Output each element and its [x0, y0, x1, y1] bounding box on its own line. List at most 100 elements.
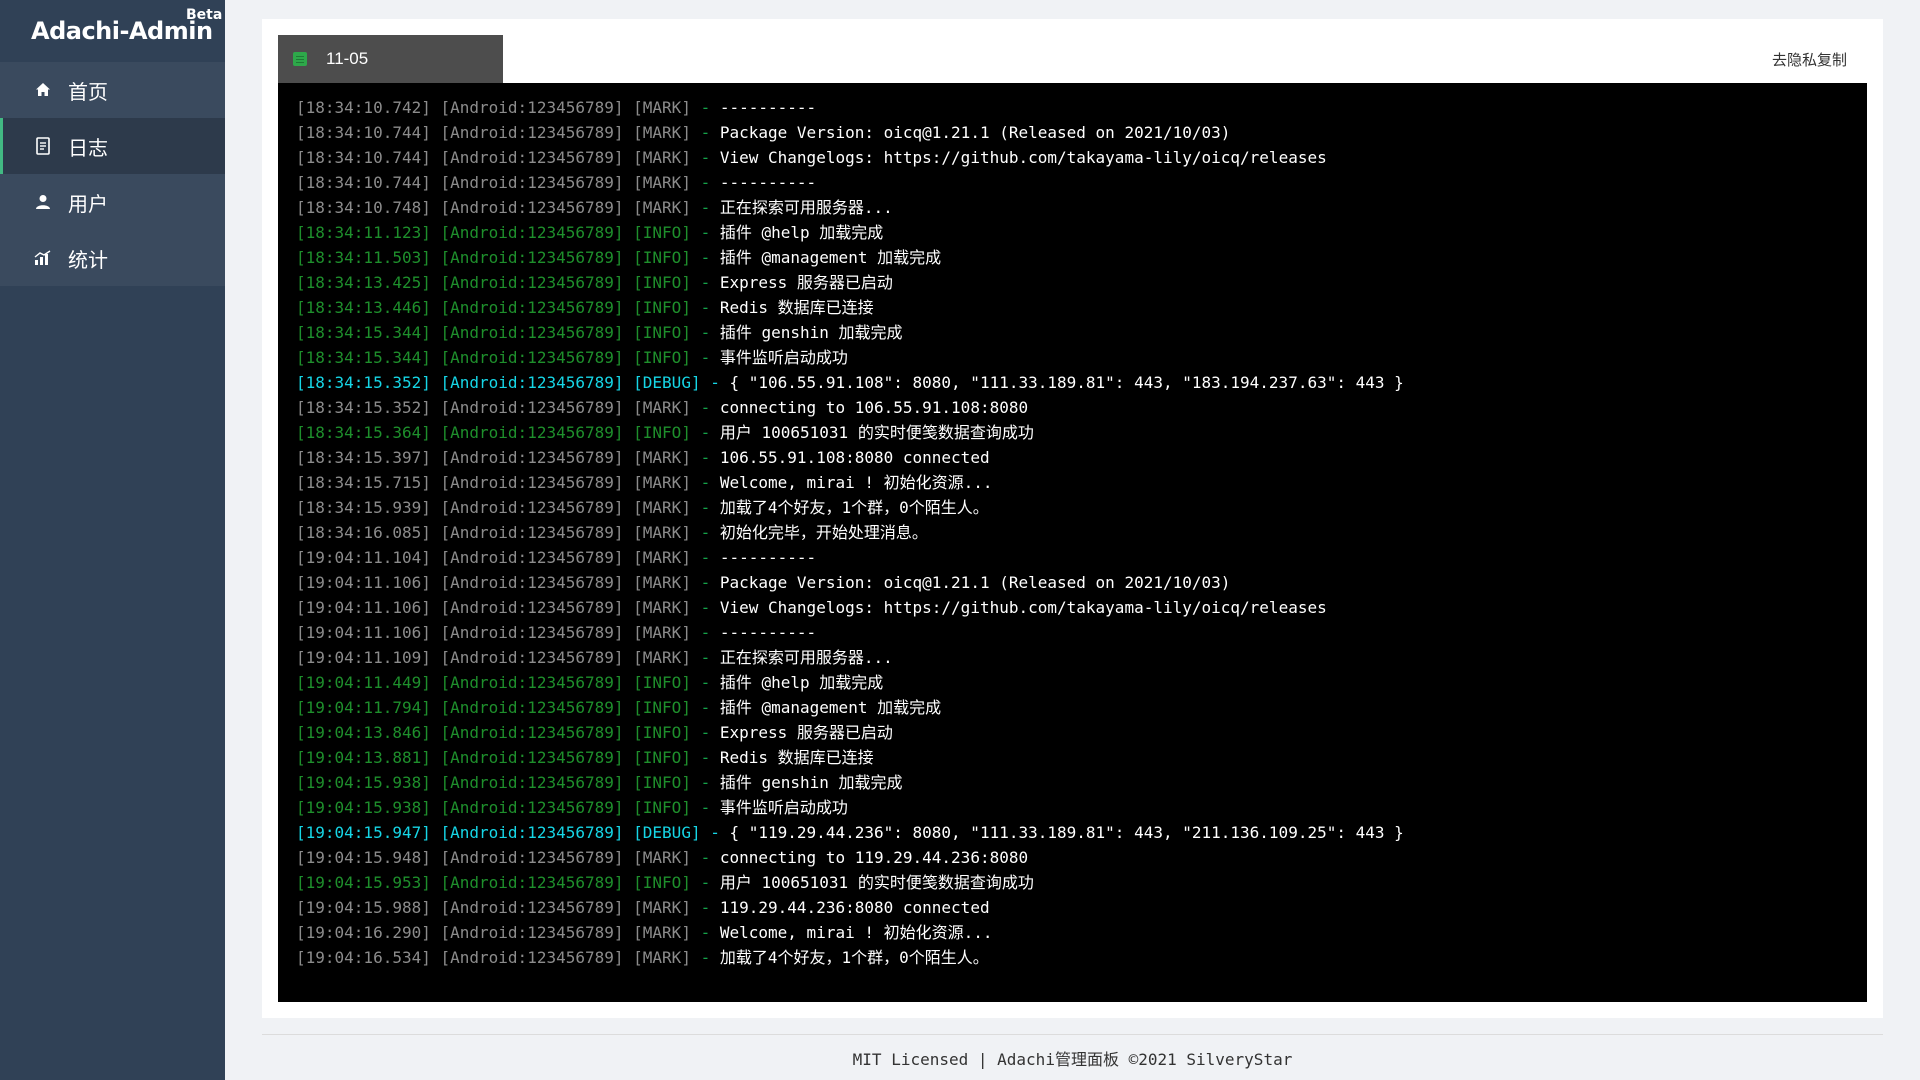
copy-without-privacy-button[interactable]: 去隐私复制	[1772, 49, 1847, 70]
log-meta: [19:04:15.938] [Android:123456789] [INFO…	[296, 798, 691, 817]
log-meta: [18:34:15.344] [Android:123456789] [INFO…	[296, 348, 691, 367]
log-separator: -	[690, 98, 720, 117]
log-line: [19:04:15.988] [Android:123456789] [MARK…	[296, 895, 1867, 920]
log-line: [18:34:10.744] [Android:123456789] [MARK…	[296, 170, 1867, 195]
log-meta: [18:34:15.715] [Android:123456789] [MARK…	[296, 473, 691, 492]
log-separator: -	[690, 848, 720, 867]
log-separator: -	[690, 173, 720, 192]
user-icon	[34, 193, 52, 211]
log-message: 插件 genshin 加载完成	[719, 323, 903, 342]
log-message: Welcome, mirai ! 初始化资源...	[719, 473, 993, 492]
log-file-icon	[293, 52, 307, 66]
log-line: [18:34:10.744] [Android:123456789] [MARK…	[296, 145, 1867, 170]
sidebar-item-logs[interactable]: 日志	[0, 118, 225, 174]
log-meta: [18:34:15.344] [Android:123456789] [INFO…	[296, 323, 691, 342]
log-line: [18:34:11.123] [Android:123456789] [INFO…	[296, 220, 1867, 245]
sidebar-item-home[interactable]: 首页	[0, 62, 225, 118]
footer-divider	[262, 1034, 1883, 1035]
log-line: [19:04:15.948] [Android:123456789] [MARK…	[296, 845, 1867, 870]
log-separator: -	[700, 823, 730, 842]
log-meta: [19:04:11.794] [Android:123456789] [INFO…	[296, 698, 691, 717]
chart-icon	[34, 249, 52, 267]
log-line: [18:34:13.446] [Android:123456789] [INFO…	[296, 295, 1867, 320]
brand-badge: Beta	[186, 7, 223, 23]
brand: Adachi-Admin Beta	[0, 0, 225, 62]
log-meta: [18:34:11.123] [Android:123456789] [INFO…	[296, 223, 691, 242]
log-meta: [18:34:10.744] [Android:123456789] [MARK…	[296, 148, 691, 167]
log-separator: -	[690, 448, 720, 467]
log-message: Express 服务器已启动	[719, 723, 893, 742]
log-separator: -	[690, 523, 720, 542]
log-meta: [19:04:15.947] [Android:123456789] [DEBU…	[296, 823, 701, 842]
log-separator: -	[690, 248, 720, 267]
log-separator: -	[690, 398, 720, 417]
log-message: connecting to 106.55.91.108:8080	[719, 398, 1029, 417]
sidebar-menu: 首页 日志 用户 统计	[0, 62, 225, 286]
log-message: 正在探索可用服务器...	[719, 198, 893, 217]
log-message: 事件监听启动成功	[719, 798, 848, 817]
log-message: 插件 genshin 加载完成	[719, 773, 903, 792]
log-message: connecting to 119.29.44.236:8080	[719, 848, 1029, 867]
log-meta: [18:34:15.352] [Android:123456789] [MARK…	[296, 398, 691, 417]
sidebar-item-label: 首页	[68, 81, 108, 104]
log-meta: [18:34:15.364] [Android:123456789] [INFO…	[296, 423, 691, 442]
log-separator: -	[690, 923, 720, 942]
sidebar-item-users[interactable]: 用户	[0, 174, 225, 230]
log-line: [19:04:15.938] [Android:123456789] [INFO…	[296, 770, 1867, 795]
log-meta: [19:04:11.109] [Android:123456789] [MARK…	[296, 648, 691, 667]
log-line: [19:04:11.106] [Android:123456789] [MARK…	[296, 570, 1867, 595]
log-line: [19:04:13.881] [Android:123456789] [INFO…	[296, 745, 1867, 770]
log-meta: [18:34:16.085] [Android:123456789] [MARK…	[296, 523, 691, 542]
log-line: [18:34:15.364] [Android:123456789] [INFO…	[296, 420, 1867, 445]
log-line: [18:34:15.352] [Android:123456789] [MARK…	[296, 395, 1867, 420]
log-line: [18:34:10.742] [Android:123456789] [MARK…	[296, 95, 1867, 120]
log-meta: [18:34:10.748] [Android:123456789] [MARK…	[296, 198, 691, 217]
log-tabbar: 11-05 去隐私复制	[278, 35, 1867, 83]
log-line: [19:04:16.290] [Android:123456789] [MARK…	[296, 920, 1867, 945]
log-meta: [19:04:11.106] [Android:123456789] [MARK…	[296, 623, 691, 642]
sidebar: Adachi-Admin Beta 首页 日志 用户 统计	[0, 0, 225, 1080]
log-meta: [18:34:15.352] [Android:123456789] [DEBU…	[296, 373, 701, 392]
log-message: 插件 @management 加载完成	[719, 248, 942, 267]
log-message: Package Version: oicq@1.21.1 (Released o…	[719, 123, 1231, 142]
log-separator: -	[690, 298, 720, 317]
log-line: [18:34:10.748] [Android:123456789] [MARK…	[296, 195, 1867, 220]
log-line: [19:04:16.534] [Android:123456789] [MARK…	[296, 945, 1867, 970]
log-line: [19:04:11.109] [Android:123456789] [MARK…	[296, 645, 1867, 670]
log-separator: -	[690, 648, 720, 667]
log-terminal[interactable]: [18:34:10.742] [Android:123456789] [MARK…	[278, 83, 1867, 1002]
log-meta: [18:34:15.939] [Android:123456789] [MARK…	[296, 498, 691, 517]
sidebar-item-stats[interactable]: 统计	[0, 230, 225, 286]
log-message: 插件 @help 加载完成	[719, 673, 884, 692]
log-message: Express 服务器已启动	[719, 273, 893, 292]
tab-log-file[interactable]: 11-05	[278, 35, 503, 83]
log-line: [18:34:13.425] [Android:123456789] [INFO…	[296, 270, 1867, 295]
log-line: [18:34:15.344] [Android:123456789] [INFO…	[296, 345, 1867, 370]
log-meta: [18:34:11.503] [Android:123456789] [INFO…	[296, 248, 691, 267]
log-message: Redis 数据库已连接	[719, 298, 874, 317]
log-message: ----------	[719, 173, 817, 192]
log-separator: -	[690, 773, 720, 792]
log-message: Redis 数据库已连接	[719, 748, 874, 767]
log-line: [18:34:15.397] [Android:123456789] [MARK…	[296, 445, 1867, 470]
log-message: { "106.55.91.108": 8080, "111.33.189.81"…	[729, 373, 1404, 392]
log-message: { "119.29.44.236": 8080, "111.33.189.81"…	[729, 823, 1404, 842]
log-line: [19:04:11.794] [Android:123456789] [INFO…	[296, 695, 1867, 720]
log-meta: [18:34:10.744] [Android:123456789] [MARK…	[296, 173, 691, 192]
log-separator: -	[690, 798, 720, 817]
sidebar-item-label: 用户	[68, 193, 108, 216]
log-message: Welcome, mirai ! 初始化资源...	[719, 923, 993, 942]
log-separator: -	[690, 423, 720, 442]
log-message: 插件 @management 加载完成	[719, 698, 942, 717]
log-message: 106.55.91.108:8080 connected	[719, 448, 990, 467]
log-separator: -	[690, 873, 720, 892]
log-line: [18:34:15.715] [Android:123456789] [MARK…	[296, 470, 1867, 495]
log-separator: -	[690, 273, 720, 292]
log-line: [19:04:11.106] [Android:123456789] [MARK…	[296, 620, 1867, 645]
sidebar-item-label: 统计	[68, 249, 108, 272]
log-message: View Changelogs: https://github.com/taka…	[719, 148, 1327, 167]
log-meta: [19:04:13.881] [Android:123456789] [INFO…	[296, 748, 691, 767]
log-separator: -	[690, 698, 720, 717]
footer: MIT Licensed | Adachi管理面板 ©2021 SilveryS…	[852, 1050, 1293, 1069]
log-separator: -	[690, 673, 720, 692]
